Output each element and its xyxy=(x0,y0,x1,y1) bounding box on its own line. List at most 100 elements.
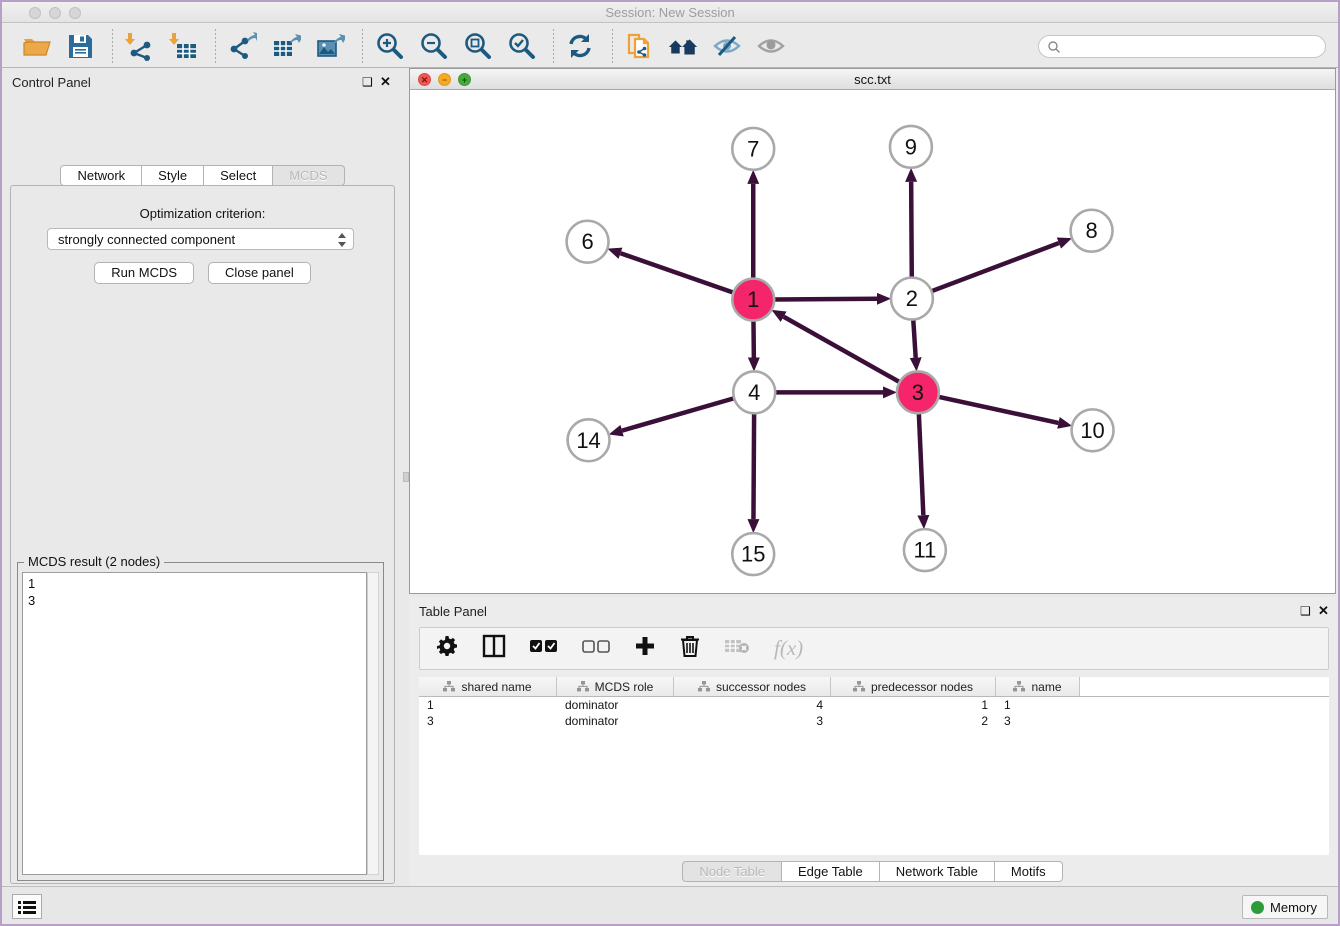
network-window-titlebar[interactable]: ✕ − + scc.txt xyxy=(410,69,1335,90)
delete-column-icon[interactable] xyxy=(680,634,700,663)
control-panel-title: Control Panel xyxy=(12,75,91,90)
tab-network[interactable]: Network xyxy=(60,165,142,186)
export-image-icon[interactable] xyxy=(314,30,346,62)
memory-button[interactable]: Memory xyxy=(1242,895,1328,919)
tab-node-table[interactable]: Node Table xyxy=(682,861,782,882)
tab-network-table[interactable]: Network Table xyxy=(880,861,995,882)
zoom-selected-icon[interactable] xyxy=(505,30,537,62)
table-toolbar: f(x) xyxy=(419,627,1329,670)
column-header-MCDS-role[interactable]: MCDS role xyxy=(557,677,674,696)
table-cell[interactable]: 3 xyxy=(996,714,1080,728)
graph-edge-3-10[interactable] xyxy=(938,397,1058,423)
graph-edge-1-6[interactable] xyxy=(621,253,734,292)
task-history-button[interactable] xyxy=(12,894,42,919)
control-panel-tabs: Network Style Select MCDS xyxy=(2,165,403,186)
table-cell[interactable]: 1 xyxy=(831,698,996,712)
table-cell[interactable]: dominator xyxy=(557,714,674,728)
mcds-result-text[interactable]: 13 xyxy=(22,572,367,875)
window-title: Session: New Session xyxy=(2,5,1338,20)
table-panel: Table Panel ❑ ✕ f(x) shared nameMCDS rol… xyxy=(409,597,1336,890)
memory-status-icon xyxy=(1251,901,1264,914)
graph-node-label: 4 xyxy=(748,380,760,405)
graph-edge-3-11[interactable] xyxy=(919,413,924,515)
save-session-icon[interactable] xyxy=(64,30,96,62)
control-panel: Control Panel ❑ ✕ Network Style Select M… xyxy=(2,68,403,890)
add-column-icon[interactable] xyxy=(634,635,656,662)
column-header-name[interactable]: name xyxy=(996,677,1080,696)
table-cell[interactable]: dominator xyxy=(557,698,674,712)
zoom-fit-icon[interactable] xyxy=(461,30,493,62)
list-icon xyxy=(18,900,36,914)
float-table-panel-icon[interactable]: ❑ xyxy=(1300,604,1311,618)
column-header-shared-name[interactable]: shared name xyxy=(419,677,557,696)
table-row[interactable]: 3dominator323 xyxy=(419,713,1329,729)
tab-mcds[interactable]: MCDS xyxy=(273,165,344,186)
export-network-icon[interactable] xyxy=(226,30,258,62)
table-cell[interactable]: 2 xyxy=(831,714,996,728)
refresh-icon[interactable] xyxy=(564,30,596,62)
run-mcds-button[interactable]: Run MCDS xyxy=(94,262,194,284)
graph-node-label: 1 xyxy=(747,287,759,312)
titlebar: Session: New Session xyxy=(2,2,1338,23)
gear-icon[interactable] xyxy=(436,635,458,662)
mcds-result-title: MCDS result (2 nodes) xyxy=(24,554,164,569)
show-annotations-icon[interactable] xyxy=(755,30,787,62)
graph-edge-3-1[interactable] xyxy=(784,317,900,382)
search-icon xyxy=(1047,40,1061,54)
column-header-successor-nodes[interactable]: successor nodes xyxy=(674,677,831,696)
graph-edge-2-9[interactable] xyxy=(911,182,912,278)
toolbar-separator xyxy=(362,29,363,63)
mcds-result-group: MCDS result (2 nodes) 13 xyxy=(17,562,384,881)
open-file-icon[interactable] xyxy=(20,30,52,62)
select-all-icon[interactable] xyxy=(530,638,558,659)
toolbar-separator xyxy=(215,29,216,63)
zoom-out-icon[interactable] xyxy=(417,30,449,62)
table-cell[interactable]: 3 xyxy=(674,714,831,728)
table-cell[interactable]: 1 xyxy=(419,698,557,712)
network-canvas[interactable]: 7968124314101511 xyxy=(410,91,1335,593)
close-table-panel-icon[interactable]: ✕ xyxy=(1318,603,1329,619)
search-field[interactable] xyxy=(1038,35,1326,58)
result-scrollbar[interactable] xyxy=(367,572,379,875)
optimization-criterion-select[interactable]: strongly connected component xyxy=(47,228,354,250)
hide-annotations-icon[interactable] xyxy=(711,30,743,62)
float-panel-icon[interactable]: ❑ xyxy=(362,75,373,89)
zoom-in-icon[interactable] xyxy=(373,30,405,62)
deselect-all-icon[interactable] xyxy=(582,638,610,659)
tab-edge-table[interactable]: Edge Table xyxy=(782,861,880,882)
search-input[interactable] xyxy=(1061,40,1325,54)
close-panel-icon[interactable]: ✕ xyxy=(380,74,391,90)
graph-node-label: 7 xyxy=(747,136,759,161)
graph-edge-2-3[interactable] xyxy=(913,320,915,358)
tab-motifs[interactable]: Motifs xyxy=(995,861,1063,882)
optimization-criterion-label: Optimization criterion: xyxy=(11,206,394,221)
import-table-icon[interactable] xyxy=(167,30,199,62)
clone-network-icon[interactable] xyxy=(623,30,655,62)
network-window-title: scc.txt xyxy=(410,72,1335,87)
table-panel-title: Table Panel xyxy=(419,604,487,619)
graph-edge-1-2[interactable] xyxy=(774,299,877,300)
result-line: 3 xyxy=(28,592,361,609)
export-table-icon[interactable] xyxy=(270,30,302,62)
import-network-icon[interactable] xyxy=(123,30,155,62)
graph-node-label: 10 xyxy=(1080,418,1104,443)
toolbar-separator xyxy=(612,29,613,63)
table-cell[interactable]: 1 xyxy=(996,698,1080,712)
function-icon[interactable]: f(x) xyxy=(774,636,803,661)
graph-edge-4-15[interactable] xyxy=(753,413,754,519)
tab-style[interactable]: Style xyxy=(142,165,204,186)
graph-edge-2-8[interactable] xyxy=(932,243,1059,291)
result-line: 1 xyxy=(28,575,361,592)
close-panel-button[interactable]: Close panel xyxy=(208,262,311,284)
delete-table-icon[interactable] xyxy=(724,637,750,660)
graph-edge-4-14[interactable] xyxy=(622,398,734,430)
table-cell[interactable]: 3 xyxy=(419,714,557,728)
column-header-predecessor-nodes[interactable]: predecessor nodes xyxy=(831,677,996,696)
home-icon[interactable] xyxy=(667,30,699,62)
split-columns-icon[interactable] xyxy=(482,634,506,663)
table-row[interactable]: 1dominator411 xyxy=(419,697,1329,713)
toolbar-separator xyxy=(553,29,554,63)
node-table: shared nameMCDS rolesuccessor nodesprede… xyxy=(419,677,1329,855)
tab-select[interactable]: Select xyxy=(204,165,273,186)
table-cell[interactable]: 4 xyxy=(674,698,831,712)
